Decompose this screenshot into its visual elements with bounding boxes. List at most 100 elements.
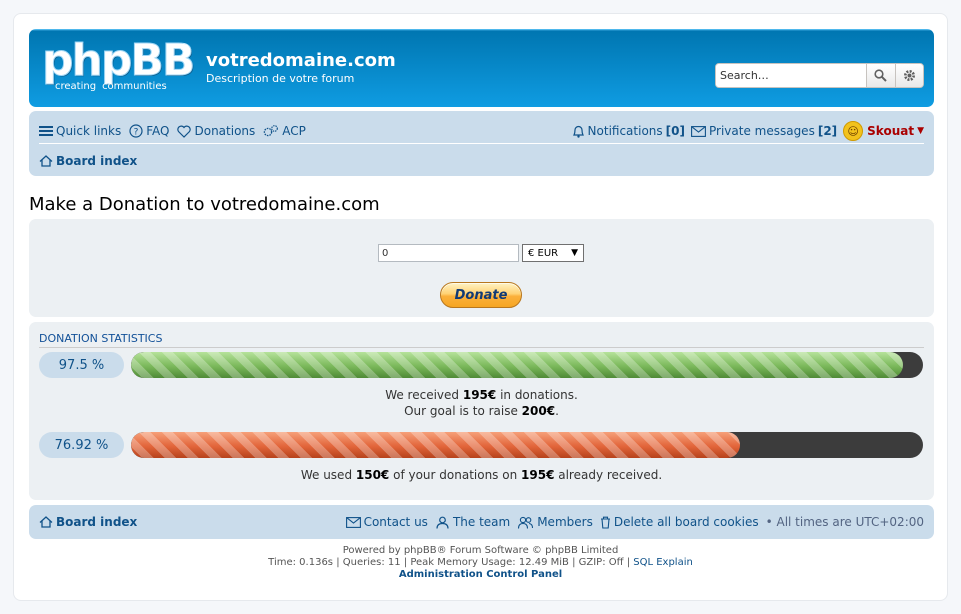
footer-links: Contact us The team Members Delete all b… [345, 515, 924, 529]
received-progress-fill [131, 352, 904, 378]
navbar-top-row: Quick links ? FAQ Donations ACP Notifica… [39, 121, 924, 141]
currency-select[interactable]: € EUR ▼ [522, 244, 584, 262]
footer-breadcrumb-board-index[interactable]: Board index [39, 515, 137, 529]
home-icon [39, 155, 53, 167]
breadcrumb-label: Board index [56, 154, 138, 168]
navbar: Quick links ? FAQ Donations ACP Notifica… [29, 111, 934, 176]
quick-links-menu[interactable]: Quick links [39, 124, 121, 138]
goal-text-a: Our goal is to raise [404, 404, 522, 418]
debug-stats: Time: 0.136s | Queries: 11 | Peak Memory… [14, 557, 947, 569]
site-header: phpBB ® creating communities votredomaine… [29, 29, 934, 107]
envelope-icon [691, 125, 706, 137]
search-box [715, 63, 924, 88]
statistics-header: DONATION STATISTICS [39, 332, 924, 348]
gear-icon [903, 70, 915, 81]
breadcrumb-board-index[interactable]: Board index [39, 154, 137, 168]
page-wrap: phpBB ® creating communities votredomaine… [13, 13, 948, 601]
used-percent-badge: 76.92 % [39, 432, 124, 458]
donate-button[interactable]: Donate [440, 282, 522, 308]
user-nav: Notifications [0] Private messages [2] ☺… [572, 121, 924, 141]
used-text-c: already received. [554, 468, 663, 482]
cogs-icon [263, 124, 279, 138]
private-messages-link[interactable]: Private messages [2] [691, 124, 837, 138]
envelope-icon [345, 516, 361, 528]
logo-text: phpBB [41, 35, 195, 87]
site-title[interactable]: votredomaine.com [206, 50, 396, 71]
chevron-down-icon: ▼ [917, 126, 924, 136]
heart-icon [177, 125, 192, 138]
username: Skouat [867, 124, 915, 138]
faq-label: FAQ [146, 124, 170, 138]
logo-tagline-2: communities [102, 81, 167, 92]
private-messages-count: [2] [817, 124, 838, 138]
used-text: We used 150€ of your donations on 195€ a… [29, 468, 934, 482]
used-amount: 150€ [355, 468, 390, 482]
site-logo[interactable]: phpBB ® creating communities [41, 35, 195, 97]
shield-user-icon [435, 516, 450, 529]
notifications-label: Notifications [587, 124, 663, 138]
logo-tagline: creating communities [55, 81, 173, 92]
private-messages-label: Private messages [708, 124, 815, 138]
group-icon [517, 516, 534, 529]
help-icon: ? [129, 124, 143, 138]
received-amount: 195€ [462, 388, 497, 402]
goal-amount: 200€ [521, 404, 556, 418]
used-text-b: of your donations on [389, 468, 522, 482]
site-description: Description de votre forum [206, 72, 355, 85]
footer-breadcrumb-label: Board index [56, 515, 138, 529]
donations-label: Donations [194, 124, 256, 138]
donation-form-panel: € EUR ▼ Donate [29, 219, 934, 317]
acp-link[interactable]: ACP [263, 124, 306, 138]
members-link[interactable]: Members [517, 515, 593, 529]
delete-cookies-link[interactable]: Delete all board cookies [600, 515, 759, 529]
timezone-text: All times are UTC+02:00 [776, 515, 924, 529]
goal-text: Our goal is to raise 200€. [29, 404, 934, 418]
acp-footer-link[interactable]: Administration Control Panel [14, 569, 947, 581]
search-button[interactable] [866, 64, 895, 87]
goal-text-b: . [555, 404, 559, 418]
donations-link[interactable]: Donations [177, 124, 255, 138]
currency-selected-value: € EUR [528, 247, 559, 259]
received-text: We received 195€ in donations. [29, 388, 934, 402]
menu-icon [39, 125, 53, 137]
delete-cookies-label: Delete all board cookies [613, 515, 759, 529]
the-team-link[interactable]: The team [435, 515, 510, 529]
copyright-block: Powered by phpBB® Forum Software © phpBB… [14, 545, 947, 581]
logo-tagline-1: creating [55, 81, 97, 92]
faq-link[interactable]: ? FAQ [129, 124, 169, 138]
powered-by-text: Powered by phpBB® Forum Software © phpBB… [342, 545, 619, 556]
breadcrumb: Board index [39, 151, 137, 171]
page-title: Make a Donation to votredomaine.com [29, 194, 380, 215]
search-input[interactable] [716, 64, 866, 87]
contact-us-link[interactable]: Contact us [345, 515, 428, 529]
received-progress-bar [131, 352, 923, 378]
advanced-search-button[interactable] [894, 64, 923, 87]
search-icon [874, 69, 887, 82]
dropdown-arrow-icon: ▼ [571, 248, 578, 258]
donation-statistics-panel: DONATION STATISTICS 97.5 % We received 1… [29, 322, 934, 500]
navbar-divider [39, 143, 924, 144]
the-team-label: The team [452, 515, 511, 529]
used-progress-fill [131, 432, 741, 458]
sql-explain-link[interactable]: SQL Explain [633, 557, 693, 568]
footer-navbar: Board index Contact us The team Members … [29, 505, 934, 539]
received-percent-badge: 97.5 % [39, 352, 124, 378]
used-text-a: We used [300, 468, 356, 482]
logo-registered-mark: ® [179, 41, 190, 54]
contact-us-label: Contact us [363, 515, 428, 529]
trash-icon [600, 516, 611, 529]
donation-amount-input[interactable] [378, 244, 519, 262]
user-menu[interactable]: ☺ Skouat ▼ [843, 121, 924, 141]
svg-text:?: ? [134, 128, 139, 138]
debug-stats-text: Time: 0.136s | Queries: 11 | Peak Memory… [268, 557, 634, 568]
acp-label: ACP [282, 124, 306, 138]
received-text-a: We received [385, 388, 463, 402]
quick-links-label: Quick links [56, 124, 122, 138]
notifications-count: [0] [665, 124, 685, 138]
received-text-b: in donations. [496, 388, 578, 402]
used-received-amount: 195€ [521, 468, 555, 482]
used-progress-bar [131, 432, 923, 458]
bell-icon [572, 124, 585, 138]
notifications-link[interactable]: Notifications [0] [572, 124, 685, 138]
avatar: ☺ [843, 121, 864, 141]
